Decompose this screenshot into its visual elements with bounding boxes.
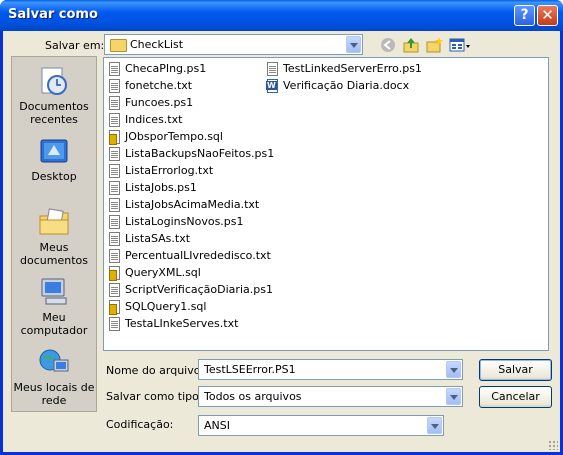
file-name: Funcoes.ps1 bbox=[125, 96, 194, 109]
place-recent-documents[interactable]: Documentos recentes bbox=[12, 65, 96, 126]
file-name: fonetche.txt bbox=[125, 79, 193, 92]
text-file-icon bbox=[109, 113, 120, 127]
save-type-label: Salvar como tipo: bbox=[106, 390, 203, 403]
place-my-computer[interactable]: Meu computador bbox=[12, 276, 96, 337]
my-documents-icon bbox=[38, 206, 70, 238]
save-in-label: Salvar em: bbox=[45, 39, 104, 52]
chevron-down-icon[interactable] bbox=[346, 36, 361, 53]
file-name: ScriptVerificaçãoDiaria.ps1 bbox=[125, 283, 273, 296]
dialog-body: Salvar em: CheckList Documentos recentes bbox=[3, 31, 560, 452]
text-file-icon bbox=[109, 147, 120, 161]
cancel-button[interactable]: Cancelar bbox=[479, 386, 552, 408]
resize-grip-icon[interactable] bbox=[548, 440, 558, 450]
text-file-icon bbox=[109, 198, 120, 212]
folder-icon bbox=[110, 39, 127, 52]
place-recent-documents-label: Documentos recentes bbox=[19, 100, 89, 126]
my-computer-icon bbox=[38, 276, 70, 308]
save-type-value: Todos os arquivos bbox=[204, 390, 302, 403]
text-file-icon bbox=[109, 181, 120, 195]
file-name: JObsporTempo.sql bbox=[125, 130, 223, 143]
text-file-icon bbox=[109, 232, 120, 246]
network-places-icon bbox=[38, 346, 70, 378]
sql-file-icon bbox=[109, 130, 120, 145]
title-bar[interactable]: Salvar como ? ✕ bbox=[0, 0, 563, 31]
up-folder-icon[interactable] bbox=[402, 36, 420, 54]
text-file-icon bbox=[109, 164, 120, 178]
save-in-combo[interactable]: CheckList bbox=[104, 34, 363, 55]
file-name: QueryXML.sql bbox=[125, 266, 201, 279]
filename-input[interactable]: TestLSEError.PS1 bbox=[198, 359, 463, 380]
text-file-icon bbox=[109, 317, 120, 331]
file-name: ListaErrorlog.txt bbox=[125, 164, 214, 177]
place-network-places-label: Meus locais de rede bbox=[13, 381, 95, 407]
back-icon[interactable] bbox=[379, 36, 397, 54]
place-desktop[interactable]: Desktop bbox=[12, 135, 96, 183]
text-file-icon bbox=[109, 249, 120, 263]
views-menu-icon[interactable] bbox=[449, 36, 471, 54]
text-file-icon bbox=[109, 79, 120, 93]
encoding-value: ANSI bbox=[204, 419, 230, 432]
place-my-documents[interactable]: Meus documentos bbox=[12, 206, 96, 267]
file-name: ListaSAs.txt bbox=[125, 232, 191, 245]
text-file-icon bbox=[267, 62, 278, 76]
save-type-select[interactable]: Todos os arquivos bbox=[198, 386, 463, 407]
filename-label: Nome do arquivo: bbox=[106, 364, 205, 377]
close-button[interactable]: ✕ bbox=[537, 5, 558, 26]
file-name: TestaLInkeServes.txt bbox=[125, 317, 239, 330]
file-name: ListaJobs.ps1 bbox=[125, 181, 197, 194]
text-file-icon bbox=[109, 283, 120, 297]
save-in-label-text: Salvar em: bbox=[45, 39, 105, 52]
text-file-icon bbox=[109, 96, 120, 110]
place-my-computer-label: Meu computador bbox=[20, 311, 88, 337]
place-desktop-label: Desktop bbox=[31, 170, 77, 183]
dialog-title: Salvar como bbox=[8, 7, 98, 22]
file-name: PercentualLIvrededisco.txt bbox=[125, 249, 271, 262]
filename-value: TestLSEError.PS1 bbox=[204, 363, 296, 376]
help-button[interactable]: ? bbox=[514, 5, 535, 26]
sql-file-icon bbox=[109, 300, 120, 315]
save-button[interactable]: Salvar bbox=[479, 359, 552, 381]
encoding-label: Codificação: bbox=[106, 418, 174, 431]
file-name: Indices.txt bbox=[125, 113, 183, 126]
new-folder-icon[interactable] bbox=[425, 36, 443, 54]
chevron-down-icon[interactable] bbox=[446, 388, 461, 405]
save-in-value: CheckList bbox=[130, 38, 184, 51]
text-file-icon bbox=[109, 215, 120, 229]
recent-documents-icon bbox=[38, 65, 70, 97]
file-name: ListaBackupsNaoFeitos.ps1 bbox=[125, 147, 275, 160]
chevron-down-icon[interactable] bbox=[446, 361, 461, 378]
word-document-icon bbox=[266, 79, 278, 93]
text-file-icon bbox=[109, 62, 120, 76]
sql-file-icon bbox=[109, 266, 120, 281]
file-name: ChecaPIng.ps1 bbox=[125, 62, 207, 75]
places-bar: Documentos recentes Desktop Meus documen… bbox=[11, 56, 97, 412]
file-name: SQLQuery1.sql bbox=[125, 300, 207, 313]
chevron-down-icon[interactable] bbox=[427, 417, 442, 434]
desktop-icon bbox=[38, 135, 70, 167]
file-name: TestLinkedServerErro.ps1 bbox=[283, 62, 422, 75]
place-my-documents-label: Meus documentos bbox=[20, 241, 88, 267]
file-name: ListaJobsAcimaMedia.txt bbox=[125, 198, 260, 211]
place-network-places[interactable]: Meus locais de rede bbox=[12, 346, 96, 407]
file-name: ListaLoginsNovos.ps1 bbox=[125, 215, 244, 228]
file-name: Verificação Diaria.docx bbox=[283, 79, 410, 92]
file-list[interactable]: ChecaPIng.ps1 fonetche.txt Funcoes.ps1 Indi… bbox=[103, 57, 549, 351]
encoding-select[interactable]: ANSI bbox=[198, 415, 444, 436]
save-as-dialog: Salvar como ? ✕ Salvar em: CheckList Doc… bbox=[0, 0, 563, 455]
